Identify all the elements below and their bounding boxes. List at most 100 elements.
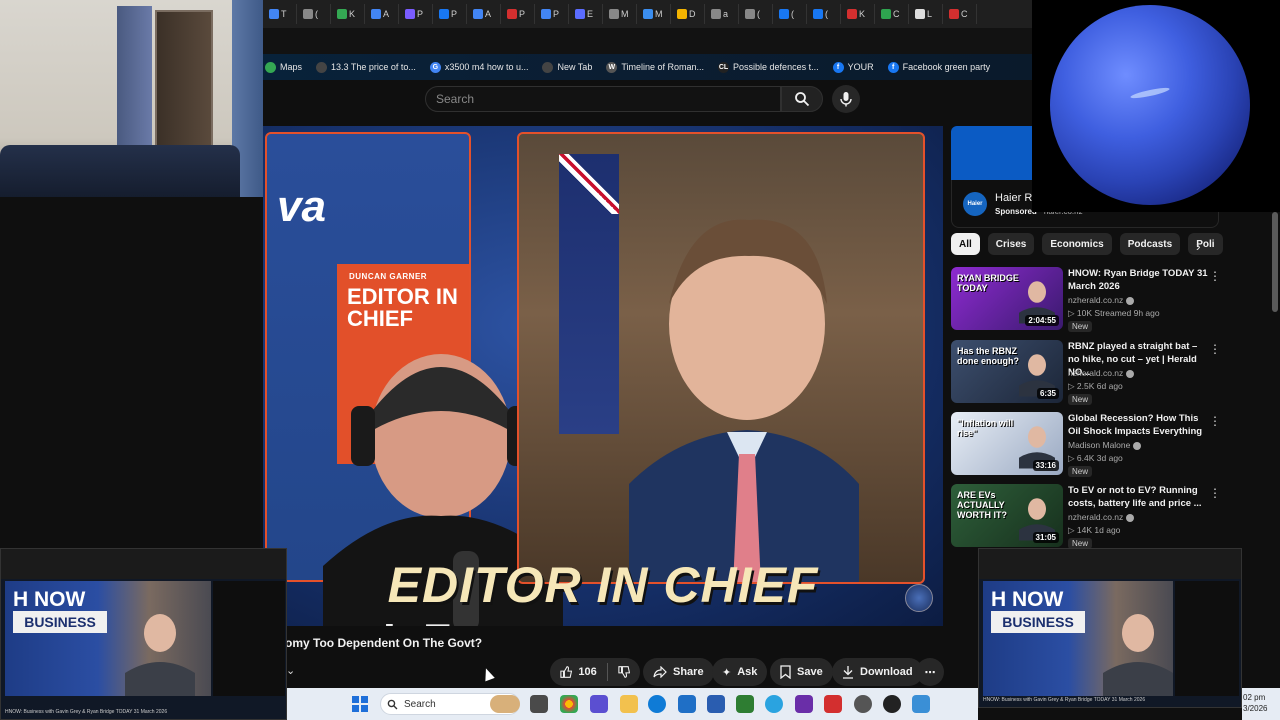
channel-name[interactable]: Madison Malone [1068, 440, 1130, 450]
bookmark-item[interactable]: Maps [265, 61, 302, 73]
taskbar-clock[interactable]: 02 pm 3/2026 [1243, 692, 1267, 714]
browser-tab[interactable]: P [539, 4, 569, 24]
bookmark-item[interactable]: New Tab [542, 61, 592, 73]
thumbs-up-icon[interactable] [560, 665, 573, 679]
browser-tab[interactable]: a [709, 4, 739, 24]
browser-tab[interactable]: M [641, 4, 671, 24]
save-button[interactable]: Save [770, 658, 833, 686]
browser-tab[interactable]: C [879, 4, 909, 24]
video-thumbnail[interactable]: RYAN BRIDGE TODAY 2:04:55 [951, 267, 1063, 330]
browser-tab[interactable]: P [403, 4, 433, 24]
recommendation-channel[interactable]: Madison Malone [1068, 440, 1141, 450]
edge-icon[interactable] [648, 695, 666, 713]
telegram-icon[interactable] [765, 695, 783, 713]
browser-tab[interactable]: ( [811, 4, 841, 24]
more-options-icon[interactable]: ⋮ [1209, 269, 1221, 283]
thumbs-down-icon[interactable] [617, 665, 630, 679]
recommendation-item[interactable]: ARE EVs ACTUALLY WORTH IT? 31:05 To EV or … [951, 484, 1231, 550]
chevron-right-icon[interactable]: › [1196, 238, 1201, 254]
more-actions-button[interactable]: ⋯ [916, 658, 944, 686]
bookmark-item[interactable]: W Timeline of Roman... [606, 61, 704, 73]
search-button[interactable] [781, 86, 823, 112]
windows-start-icon[interactable] [352, 696, 368, 712]
chip-poli[interactable]: Poli [1188, 233, 1223, 255]
browser-tab[interactable]: C [947, 4, 977, 24]
chip-all[interactable]: All [951, 233, 980, 255]
browser-tab[interactable]: ( [301, 4, 331, 24]
recommendation-title[interactable]: To EV or not to EV? Running costs, batte… [1068, 484, 1208, 510]
browser-tab[interactable]: P [505, 4, 535, 24]
chevron-down-icon[interactable]: ⌄ [286, 664, 295, 677]
app-icon[interactable] [590, 695, 608, 713]
scrollbar-thumb[interactable] [1272, 212, 1278, 312]
outlook-icon[interactable] [678, 695, 696, 713]
like-count[interactable]: 106 [578, 666, 596, 678]
search-input[interactable]: Search [425, 86, 781, 112]
browser-tab[interactable]: E [573, 4, 603, 24]
bookmark-item[interactable]: CL Possible defences t... [718, 61, 819, 73]
ask-button[interactable]: ✦ Ask [712, 658, 768, 686]
app-icon[interactable] [736, 695, 754, 713]
recommendation-channel[interactable]: nzherald.co.nz [1068, 512, 1134, 522]
browser-tab[interactable]: K [335, 4, 365, 24]
video-thumbnail[interactable]: Has the RBNZ done enough? 6:35 [951, 340, 1063, 403]
widget-icon[interactable] [490, 695, 520, 713]
app-icon[interactable] [795, 695, 813, 713]
recommendation-stats: ▷ 10K Streamed 9h ago [1068, 308, 1160, 319]
app-icon[interactable] [883, 695, 901, 713]
chip-economics[interactable]: Economics [1042, 233, 1112, 255]
ad-banner-image[interactable] [951, 126, 1032, 180]
voice-search-button[interactable] [832, 85, 860, 113]
pip-preview-left[interactable]: H NOW BUSINESS HNOW: Business with Gavin… [0, 548, 287, 720]
browser-tab[interactable]: T [267, 4, 297, 24]
more-options-icon[interactable]: ⋮ [1209, 486, 1221, 500]
more-options-icon[interactable]: ⋮ [1209, 414, 1221, 428]
browser-tab[interactable]: K [845, 4, 875, 24]
video-thumbnail[interactable]: "Inflation will rise" 33:16 [951, 412, 1063, 475]
video-thumbnail[interactable]: ARE EVs ACTUALLY WORTH IT? 31:05 [951, 484, 1063, 547]
channel-name[interactable]: nzherald.co.nz [1068, 512, 1123, 522]
bookmark-item[interactable]: Gx3500 m4 how to u... [429, 61, 528, 73]
bookmark-favicon-icon [316, 61, 328, 73]
recommendation-item[interactable]: RYAN BRIDGE TODAY 2:04:55 HNOW: Ryan Bridg… [951, 267, 1231, 333]
browser-tab[interactable]: ( [743, 4, 773, 24]
download-button[interactable]: Download [832, 658, 923, 686]
recommendation-channel[interactable]: nzherald.co.nz [1068, 368, 1134, 378]
browser-tab[interactable]: M [607, 4, 637, 24]
more-options-icon[interactable]: ⋮ [1209, 342, 1221, 356]
browser-tab[interactable]: ( [777, 4, 807, 24]
video-player[interactable]: va DUNCAN GARNER EDITOR IN CHIEF L F EDI… [263, 126, 943, 626]
recommendation-title[interactable]: HNOW: Ryan Bridge TODAY 31 March 2026 [1068, 267, 1208, 293]
pip-preview-right[interactable]: H NOW BUSINESS HNOW: Business with Gavin… [978, 548, 1242, 708]
app-icon[interactable] [824, 695, 842, 713]
bookmark-item[interactable]: f YOUR [832, 61, 874, 73]
bookmark-item[interactable]: 13.3 The price of to... [316, 61, 416, 73]
browser-tab[interactable]: L [913, 4, 943, 24]
tab-favicon-icon [745, 9, 755, 19]
file-explorer-icon[interactable] [620, 695, 638, 713]
app-icon[interactable] [912, 695, 930, 713]
channel-name[interactable]: nzherald.co.nz [1068, 295, 1123, 305]
tab-favicon-icon [473, 9, 483, 19]
task-view-icon[interactable] [530, 695, 548, 713]
share-button[interactable]: Share [643, 658, 714, 686]
recommendation-title[interactable]: Global Recession? How This Oil Shock Imp… [1068, 412, 1208, 438]
recommendation-channel[interactable]: nzherald.co.nz [1068, 295, 1134, 305]
browser-tab[interactable]: D [675, 4, 705, 24]
channel-name[interactable]: nzherald.co.nz [1068, 368, 1123, 378]
settings-icon[interactable] [854, 695, 872, 713]
pip-side-panel [1175, 581, 1239, 696]
store-icon[interactable] [707, 695, 725, 713]
browser-tab[interactable]: A [369, 4, 399, 24]
recommendation-item[interactable]: Has the RBNZ done enough? 6:35 RBNZ played… [951, 340, 1231, 406]
tab-label: E [587, 9, 594, 19]
chip-podcasts[interactable]: Podcasts [1119, 233, 1181, 255]
channel-watermark[interactable] [905, 584, 933, 612]
channel-logo-fragment: va [277, 182, 326, 231]
bookmark-item[interactable]: f Facebook green party [887, 61, 990, 73]
browser-tab[interactable]: P [437, 4, 467, 24]
recommendation-item[interactable]: "Inflation will rise" 33:16 Global Recessi… [951, 412, 1231, 478]
chrome-icon[interactable] [560, 695, 578, 713]
browser-tab[interactable]: A [471, 4, 501, 24]
chip-crises[interactable]: Crises [987, 233, 1035, 255]
